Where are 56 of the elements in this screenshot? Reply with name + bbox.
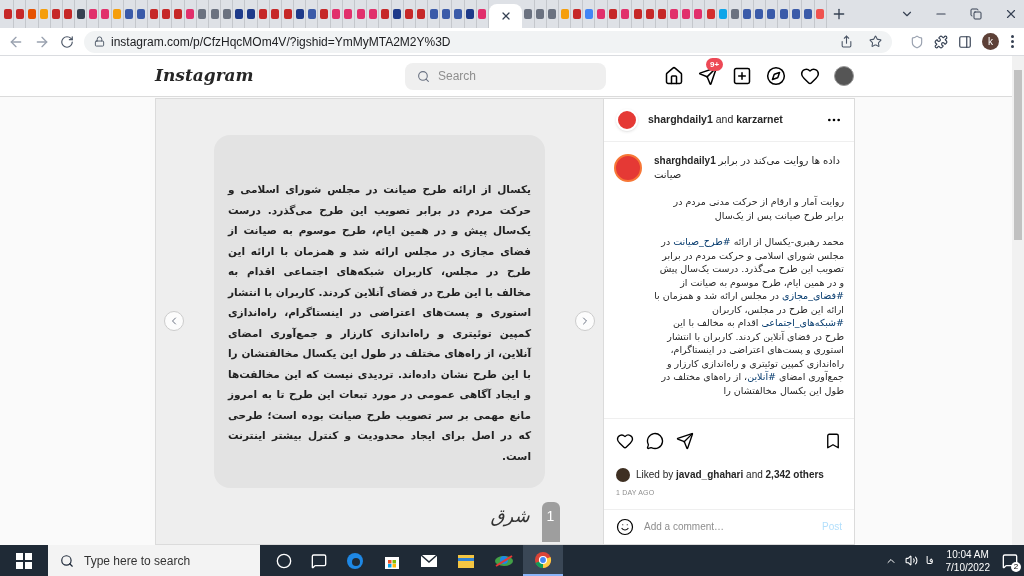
search-icon xyxy=(60,553,74,568)
windows-icon[interactable] xyxy=(16,552,32,569)
liker-avatar[interactable] xyxy=(616,467,630,482)
account-avatar[interactable] xyxy=(614,154,642,182)
address-bar[interactable]: instagram.com/p/CfzHqcMOm4V/?igshid=YmMyMTA2M2Y%3D xyxy=(84,30,892,53)
emoji-icon[interactable] xyxy=(616,517,634,536)
notification-badge: 9+ xyxy=(706,58,724,71)
post-authors[interactable]: sharghdaily1 and karzarnet xyxy=(648,112,816,128)
edge-icon[interactable] xyxy=(346,551,364,570)
chrome-icon[interactable] xyxy=(534,550,552,569)
hashtag-link[interactable]: #فضای_مجازی xyxy=(782,290,844,301)
input-language[interactable]: فا xyxy=(925,553,934,568)
share-icon[interactable] xyxy=(840,35,853,48)
shield-icon[interactable] xyxy=(910,34,924,49)
explore-icon[interactable] xyxy=(766,66,786,86)
folder-icon[interactable] xyxy=(457,552,475,569)
hashtag-link[interactable]: #طرح_صیانت xyxy=(673,236,731,247)
side-panel-icon[interactable] xyxy=(958,34,972,49)
scrollbar[interactable] xyxy=(1012,56,1024,545)
comment-field[interactable]: Add a comment… xyxy=(644,519,812,535)
new-post-icon[interactable] xyxy=(732,66,752,86)
profile-avatar[interactable]: k xyxy=(982,33,999,50)
caption-subtitle: روایت آمار و ارقام از حرکت مدنی مردم در برابر طرح صیانت پس از یک‌سال xyxy=(672,195,844,222)
mail-icon[interactable] xyxy=(420,553,438,568)
restore-icon[interactable] xyxy=(970,8,982,20)
home-icon[interactable] xyxy=(664,66,684,86)
heart-icon[interactable] xyxy=(800,66,820,86)
bookmark-star-icon[interactable] xyxy=(869,35,882,48)
page-number: 1 xyxy=(541,502,560,542)
like-icon[interactable] xyxy=(616,432,634,450)
save-icon[interactable] xyxy=(824,432,842,450)
post-image-text: یکسال از ارائه طرح صیانت در مجلس شورای اسلامی و حرکت مردم در برابر تصویب این طرح می‌گذرد. درست یک‌سال پیش و در همین ایام، طرح موسوم به صیانت از فضای مجازی در مجلس ارائه شد و همزمان با ارائه این طرح در مجلس، کاربران شبکه‌های اجتماعی اقدام به مخالف با این طرح در فضای آنلاین کردند. کاربران با انتشار استوری و پست‌های اعتراضی در اینستاگرام، راه‌اندازی کمپین توئیتری و راه‌اندازی کارزار و جمع‌آوری امضای آنلاین، از راه‌های مختلف در طول این یکسال مخالفتشان را با این طرح نشان داده‌اند. تردیدی نیست که این مخالفت‌ها و ایجاد آگاهی عمومی در مورد تبعات این طرح تا به امروز مانع مهمی بر سر تصویب طرح صیانت بوده است؛ طرحی که در اصل برای ایجاد محدودیت و کنترل بیشتر اینترنت است. xyxy=(228,182,531,464)
newspaper-logo: شرق xyxy=(490,504,530,529)
volume-icon[interactable] xyxy=(904,554,918,567)
menu-icon[interactable] xyxy=(1009,35,1016,48)
taskbar-search-field[interactable]: Type here to search xyxy=(48,545,260,576)
close-window-icon[interactable] xyxy=(1004,7,1018,21)
likes-text: Liked by javad_ghahari and 2,342 others xyxy=(636,468,824,482)
reload-icon[interactable] xyxy=(60,34,74,49)
instagram-logo[interactable]: Instagram xyxy=(155,63,405,89)
extensions-icon[interactable] xyxy=(934,34,948,49)
cortana-icon[interactable] xyxy=(276,552,292,569)
hashtag-link[interactable]: #شبکه‌های_اجتماعی xyxy=(761,317,844,328)
notification-count: 2 xyxy=(1011,561,1021,572)
lock-icon xyxy=(94,36,105,47)
profile-avatar[interactable] xyxy=(834,66,854,86)
hashtag-link[interactable]: #آنلاین xyxy=(747,371,776,382)
new-tab-icon[interactable] xyxy=(831,6,847,22)
clock[interactable]: 10:04 AM 7/10/2022 xyxy=(941,547,994,574)
search-icon xyxy=(417,69,430,83)
notifications-icon[interactable] xyxy=(1002,552,1018,569)
scrollbar-thumb[interactable] xyxy=(1014,70,1022,240)
caption-text: محمد رهبری-یکسال از ارائه #طرح_صیانت در مجلس شورای اسلامی و حرکت مردم در برابر تصویب این طرح می‌گذرد. درست یک‌سال پیش و در همین ایام، طرح موسوم به صیانت از #فضای_مجازی در مجلس ارائه شد و همزمان با ارائه این طرح در مجلس، کاربران #شبکه‌های_اجتماعی اقدام به مخالف با این طرح در فضای آنلاین کردند. کاربران با انتشار استوری و پست‌های اعتراضی در اینستاگرام، راه‌اندازی کمپین توئیتری و راه‌اندازی کارزار و جمع‌آوری امضای #آنلاین، از راه‌های مختلف در طول این یکسال مخالفتشان را xyxy=(654,235,844,397)
url-text: instagram.com/p/CfzHqcMOm4V/?igshid=YmMyMTA2M2Y%3D xyxy=(111,33,451,51)
comment-icon[interactable] xyxy=(646,432,664,450)
share-icon[interactable] xyxy=(676,432,694,450)
